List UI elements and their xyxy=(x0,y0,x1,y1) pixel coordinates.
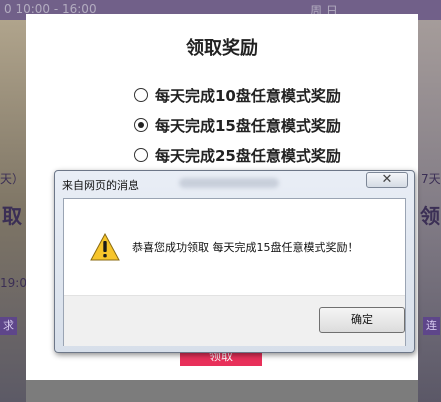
background-right-small-text: 7天 xyxy=(421,172,441,186)
close-button[interactable]: ✕ xyxy=(366,172,408,188)
background-left-time: 19:0 xyxy=(0,276,27,290)
reward-option-label: 每天完成15盘任意模式奖励 xyxy=(155,116,341,135)
reward-option-25[interactable]: 每天完成25盘任意模式奖励 xyxy=(134,144,341,166)
warning-icon xyxy=(90,233,120,261)
alert-caption: 来自网页的消息 xyxy=(62,179,139,192)
reward-option-15[interactable]: 每天完成15盘任意模式奖励 xyxy=(134,114,341,136)
reward-option-label: 每天完成10盘任意模式奖励 xyxy=(155,86,341,105)
background-right-pill: 连 xyxy=(423,317,440,335)
modal-title: 领取奖励 xyxy=(186,38,258,59)
alert-content: 恭喜您成功领取 每天完成15盘任意模式奖励！ xyxy=(64,199,405,295)
close-icon: ✕ xyxy=(381,172,393,187)
reward-option-10[interactable]: 每天完成10盘任意模式奖励 xyxy=(134,84,341,106)
browser-alert-dialog: 来自网页的消息 ✕ 恭喜您成功领取 每天完成15盘任意模式奖励！ 确定 xyxy=(54,170,415,353)
alert-caption-blurred xyxy=(179,178,279,188)
alert-body: 恭喜您成功领取 每天完成15盘任意模式奖励！ 确定 xyxy=(63,198,406,346)
alert-footer: 确定 xyxy=(64,295,405,346)
ok-button[interactable]: 确定 xyxy=(319,307,405,333)
alert-title-bar[interactable]: 来自网页的消息 ✕ xyxy=(55,171,414,195)
radio-button-selected[interactable] xyxy=(134,118,148,132)
alert-message: 恭喜您成功领取 每天完成15盘任意模式奖励！ xyxy=(132,241,359,254)
background-left-small-text: 天） xyxy=(0,172,25,186)
background-right-big-text: 领 xyxy=(420,204,440,228)
radio-button[interactable] xyxy=(134,148,148,162)
background-left-big-text: 取 xyxy=(2,204,22,228)
background-left-pill: 求 xyxy=(0,317,17,335)
reward-option-label: 每天完成25盘任意模式奖励 xyxy=(155,146,341,165)
radio-button[interactable] xyxy=(134,88,148,102)
